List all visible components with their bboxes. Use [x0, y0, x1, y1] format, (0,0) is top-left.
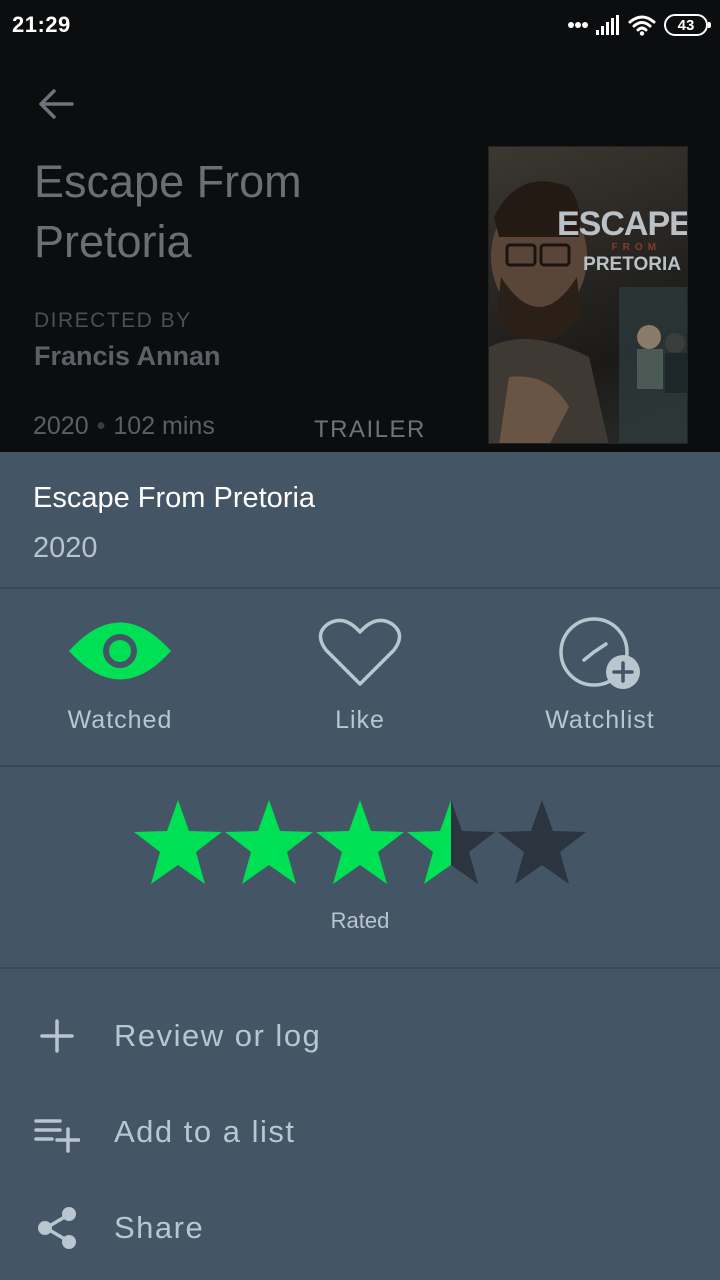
film-year[interactable]: 2020 — [33, 412, 89, 441]
share-button[interactable]: Share — [0, 1184, 720, 1274]
meta-separator: • — [96, 412, 106, 440]
film-poster[interactable]: ESCAPE FROM PRETORIA — [488, 146, 688, 444]
watched-label: Watched — [67, 706, 173, 734]
wifi-icon — [628, 15, 656, 36]
like-button[interactable]: Like — [260, 616, 460, 746]
watchlist-button[interactable]: Watchlist — [500, 616, 700, 746]
share-label: Share — [114, 1210, 205, 1245]
watched-button[interactable]: Watched — [20, 616, 220, 746]
battery-level: 43 — [677, 16, 695, 34]
add-to-list-button[interactable]: Add to a list — [0, 1088, 720, 1178]
rating-star-5[interactable] — [498, 800, 586, 884]
playlist-add-icon — [34, 1119, 80, 1153]
film-actions-sheet: Escape From Pretoria 2020 Watched Like W… — [0, 452, 720, 1280]
add-to-list-label: Add to a list — [114, 1114, 296, 1149]
cell-signal-icon — [596, 15, 619, 35]
eye-icon — [69, 622, 171, 680]
trailer-button[interactable]: TRAILER — [314, 416, 426, 444]
poster-artwork — [489, 181, 687, 443]
share-icon — [38, 1207, 76, 1249]
rating-star-2[interactable] — [225, 800, 313, 884]
status-time: 21:29 — [12, 12, 71, 37]
status-icons: 43 — [568, 12, 711, 38]
film-title: Escape From Pretoria — [34, 156, 302, 267]
directed-by-label: DIRECTED BY — [34, 309, 192, 332]
divider — [0, 765, 720, 767]
back-arrow-icon[interactable] — [36, 86, 76, 122]
battery-icon: 43 — [664, 14, 711, 36]
director-name[interactable]: Francis Annan — [34, 341, 221, 372]
clock-plus-icon — [559, 617, 640, 689]
poster-title: ESCAPE FROM PRETORIA — [557, 205, 688, 275]
status-bar: 21:29 43 — [0, 0, 720, 48]
signal-dots-icon — [568, 22, 588, 28]
film-screen: 21:29 43 Escape From Pretoria DIRECTED B… — [0, 0, 720, 1280]
film-meta: 2020 • 102 mins — [33, 412, 215, 441]
divider — [0, 587, 720, 589]
rating-star-4[interactable] — [407, 800, 495, 884]
heart-icon — [318, 618, 402, 686]
review-or-log-label: Review or log — [114, 1018, 322, 1053]
watchlist-label: Watchlist — [545, 706, 655, 734]
divider — [0, 967, 720, 969]
sheet-film-title: Escape From Pretoria — [33, 482, 316, 514]
like-label: Like — [335, 706, 385, 734]
rating-label: Rated — [330, 908, 390, 933]
rating-star-3[interactable] — [316, 800, 404, 884]
film-runtime: 102 mins — [113, 412, 215, 440]
plus-icon — [40, 1019, 74, 1053]
star-rating[interactable] — [133, 798, 587, 888]
rating-star-1[interactable] — [134, 800, 222, 884]
review-or-log-button[interactable]: Review or log — [0, 992, 720, 1082]
sheet-film-year: 2020 — [33, 532, 98, 564]
